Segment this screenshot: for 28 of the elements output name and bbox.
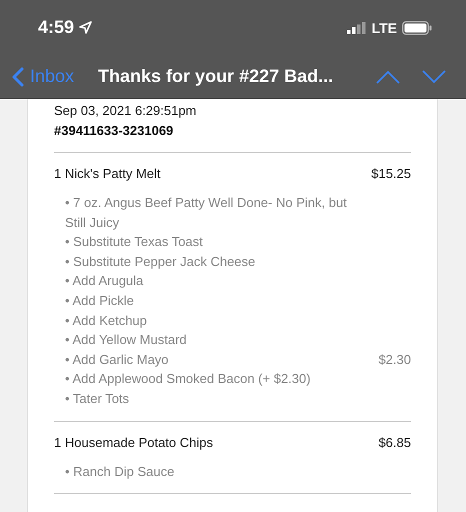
signal-icon <box>346 22 367 34</box>
chevron-up-icon[interactable] <box>376 70 400 84</box>
modifier-text: • Tater Tots <box>65 390 130 408</box>
item-price: $15.25 <box>371 166 411 181</box>
chevron-left-icon <box>12 66 24 86</box>
modifier-text: • Add Arugula <box>65 272 144 290</box>
modifier-text: • Substitute Texas Toast <box>65 233 203 252</box>
modifier-text: • Substitute Pepper Jack Cheese <box>65 252 256 271</box>
status-time: 4:59 <box>38 17 74 38</box>
modifier-text: • Add Ketchup <box>65 312 147 330</box>
modifier-price: $2.30 <box>378 350 411 369</box>
modifier-text: • Add Garlic Mayo <box>65 350 169 369</box>
item-name: 1 Nick's Patty Melt <box>54 166 161 181</box>
network-label: LTE <box>372 20 397 36</box>
modifier-text: • Add Yellow Mustard <box>65 331 187 350</box>
battery-icon <box>402 20 432 34</box>
modifier-text: • Ranch Dip Sauce <box>65 462 174 481</box>
modifier-text: • Add Applewood Smoked Bacon (+ $2.30) <box>65 370 311 388</box>
modifier-text: • 7 oz. Angus Beef Patty Well Done- No Pink, but Still Juicy <box>65 194 348 232</box>
back-button[interactable]: Inbox <box>12 66 74 87</box>
chevron-down-icon[interactable] <box>422 70 446 84</box>
order-date: Sep 03, 2021 6:29:51pm <box>54 103 198 118</box>
item-price: $6.85 <box>378 434 411 450</box>
modifier-text: • Add Pickle <box>65 292 134 310</box>
location-arrow-icon <box>79 21 92 34</box>
order-number: #39411633-3231069 <box>54 123 174 138</box>
message-title: Thanks for your #227 Bad... <box>98 66 334 87</box>
item-name: 1 Housemade Potato Chips <box>54 434 214 450</box>
